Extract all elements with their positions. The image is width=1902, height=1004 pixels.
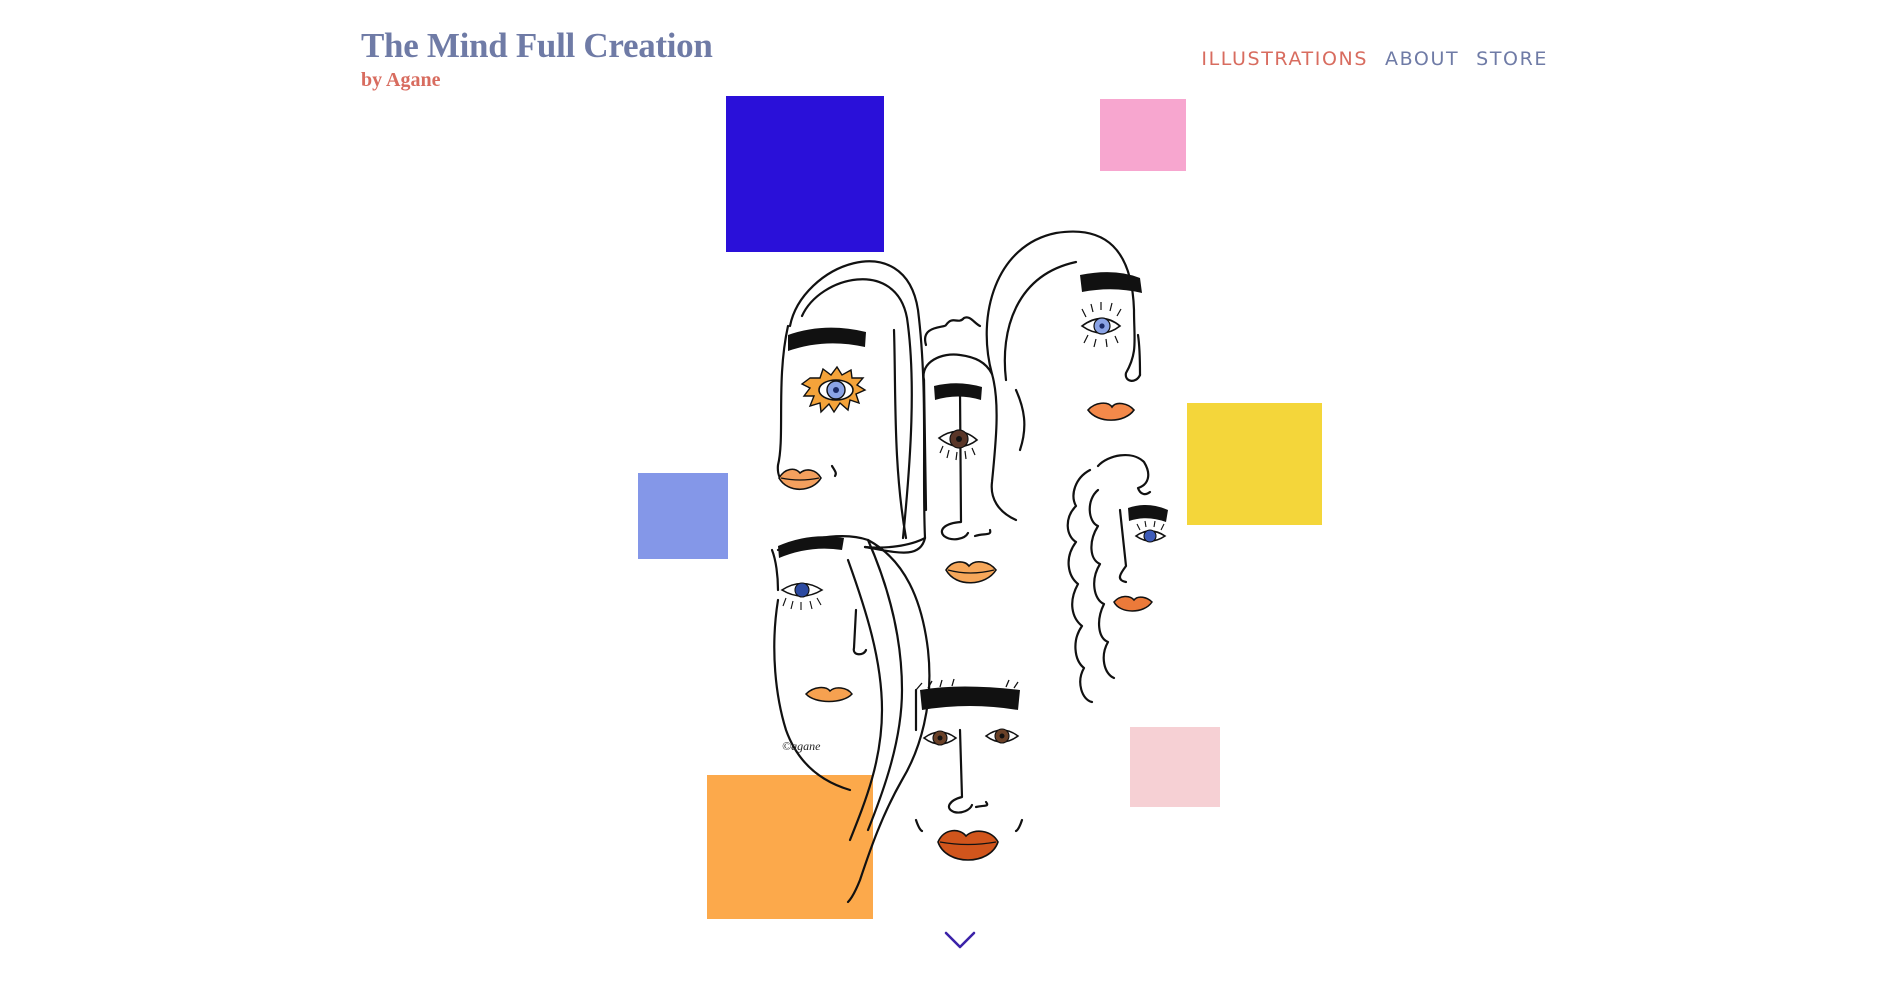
eye-bottom-center-left (922, 730, 958, 746)
orange-square (707, 775, 873, 919)
lips-middle-left (804, 686, 853, 703)
eye-top-left (800, 365, 867, 414)
site-brand-link[interactable]: The Mind Full Creation by Agane (361, 26, 713, 92)
periwinkle-square (638, 473, 728, 559)
light-pink-square (1130, 727, 1220, 807)
eye-right-curly (1134, 520, 1167, 543)
site-header: The Mind Full Creation by Agane ILLUSTRA… (0, 0, 1902, 100)
blue-square (726, 96, 884, 252)
lips-right-curly (1113, 595, 1153, 612)
site-title: The Mind Full Creation (361, 26, 713, 65)
eye-middle-center (937, 429, 979, 461)
chevron-down-icon[interactable] (943, 928, 977, 952)
faces-illustration: ©agane (638, 96, 1322, 919)
face-middle-center (922, 316, 994, 541)
face-right-curly (1066, 453, 1152, 704)
nav-about[interactable]: ABOUT (1385, 44, 1459, 74)
main-nav: ILLUSTRATIONS ABOUT STORE (1201, 44, 1548, 74)
artwork-signature: ©agane (782, 739, 821, 753)
face-top-left (776, 260, 927, 554)
hero-section: ©agane (620, 90, 1340, 920)
nav-store[interactable]: STORE (1476, 44, 1548, 74)
eye-top-right (1080, 302, 1122, 348)
pink-square (1100, 99, 1186, 171)
yellow-square (1187, 403, 1322, 525)
site-subtitle: by Agane (361, 69, 441, 91)
nav-illustrations[interactable]: ILLUSTRATIONS (1201, 44, 1368, 74)
eye-bottom-center-right (984, 728, 1020, 744)
lips-top-right (1086, 402, 1136, 421)
lips-bottom-center (937, 829, 999, 861)
eye-middle-left (780, 582, 824, 610)
lips-middle-center (945, 561, 997, 584)
face-bottom-center (914, 688, 1024, 833)
